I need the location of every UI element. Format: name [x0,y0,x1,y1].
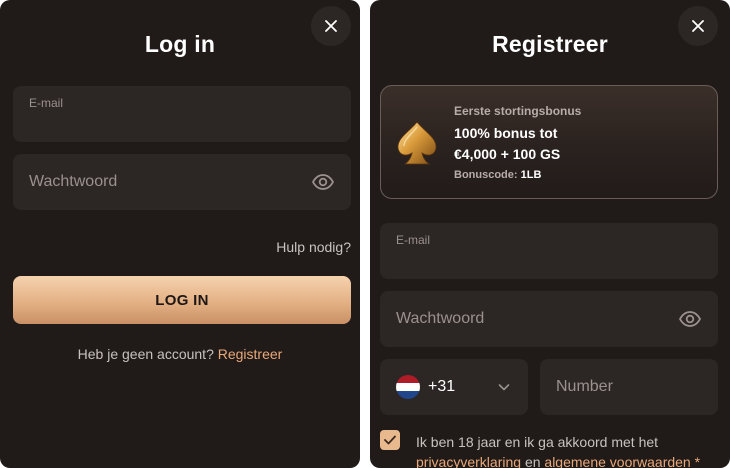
terms-link[interactable]: algemene voorwaarden [544,454,690,468]
terms-text: Ik ben 18 jaar en ik ga akkoord met het … [416,432,722,468]
register-title: Registreer [492,31,608,57]
terms-checkbox[interactable] [380,430,400,450]
required-mark: * [694,454,701,468]
register-link[interactable]: Registreer [218,346,283,362]
login-title: Log in [144,31,216,57]
terms-prefix: Ik ben 18 jaar en ik ga akkoord met het [416,434,659,450]
login-button[interactable]: LOG IN [13,276,351,324]
register-email-label: E-mail [396,233,431,247]
login-email-label: E-mail [29,96,64,110]
bonus-code: Bonuscode: 1LB [454,169,541,181]
login-password-field[interactable]: Wachtwoord [13,154,351,210]
spade-icon [397,121,437,165]
no-account-line: Heb je geen account? Registreer [0,346,360,362]
help-link[interactable]: Hulp nodig? [276,239,351,255]
login-panel: Log in E-mail Wachtwoord Hulp nodig? LOG… [0,0,360,468]
bonus-value-line: €4,000 + 100 GS [454,146,561,162]
bonus-code-value: 1LB [520,169,542,181]
login-password-placeholder: Wachtwoord [29,173,118,190]
register-panel: Registreer Eerste stortingsbonus 100% bo… [370,0,730,468]
country-code-select[interactable]: +31 [380,359,528,415]
login-email-field[interactable]: E-mail [13,86,351,142]
terms-and: en [524,454,541,468]
bonus-code-label: Bonuscode: [454,169,518,181]
login-email-input[interactable] [29,117,335,134]
register-password-field[interactable]: Wachtwoord [380,291,718,347]
eye-icon[interactable] [311,170,335,194]
bonus-card: Eerste stortingsbonus 100% bonus tot €4,… [380,85,718,199]
phone-number-placeholder: Number [556,378,613,395]
privacy-link[interactable]: privacyverklaring [416,454,521,468]
no-account-text: Heb je geen account? [77,346,214,362]
bonus-kicker: Eerste stortingsbonus [454,104,582,118]
phone-number-field[interactable]: Number [540,359,718,415]
register-email-input[interactable] [396,254,702,271]
chevron-down-icon [498,384,510,391]
eye-icon[interactable] [678,307,702,331]
register-email-field[interactable]: E-mail [380,223,718,279]
check-icon [384,435,396,445]
bonus-amount-line: 100% bonus tot [454,125,558,141]
netherlands-flag-icon [396,375,420,399]
register-password-placeholder: Wachtwoord [396,310,485,327]
dial-code: +31 [428,378,456,395]
